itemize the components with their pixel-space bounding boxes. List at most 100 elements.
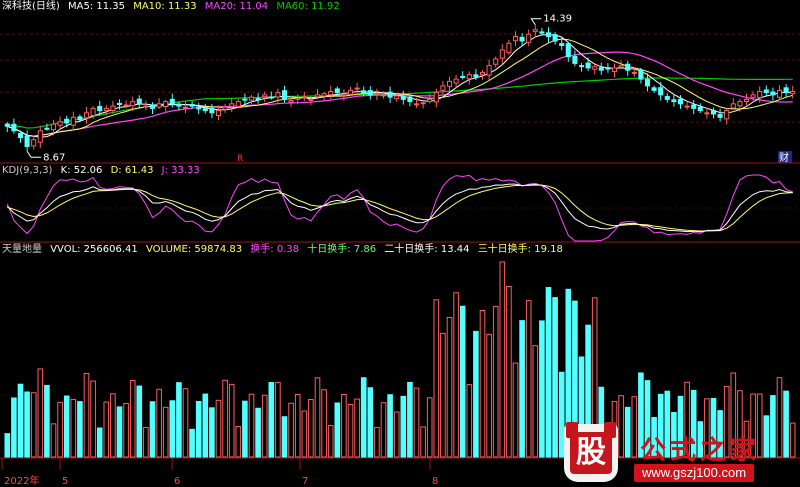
watermark: 股 公式之家 www.gszj100.com — [556, 422, 784, 484]
volume-bar — [294, 393, 301, 458]
candle-body — [638, 69, 644, 80]
candle-body — [512, 35, 519, 42]
x-tick-label: 2022年 — [4, 474, 39, 487]
vvol-value: VVOL: 256606.41 — [50, 244, 138, 255]
candle-body — [605, 67, 611, 70]
watermark-url: www.gszj100.com — [634, 464, 755, 482]
candle-body — [565, 43, 571, 58]
candle-body — [11, 123, 17, 132]
candle-body — [4, 123, 10, 127]
volume-bar — [473, 330, 479, 458]
volume-bar — [789, 422, 796, 458]
volume-bar — [169, 400, 176, 458]
candle-body — [433, 92, 439, 103]
volume-bar — [268, 382, 275, 458]
candle-body — [374, 93, 380, 96]
volume-bar — [479, 309, 486, 458]
watermark-logo-char: 股 — [570, 432, 612, 474]
kdj-k-value: K: 52.06 — [60, 165, 103, 176]
candle-body — [295, 97, 301, 100]
candle-body — [347, 89, 354, 95]
volume-bar — [123, 403, 129, 458]
candle-body — [97, 105, 103, 112]
volume-bar — [156, 388, 162, 458]
ma60-line — [7, 77, 793, 129]
x-tick-label: 6 — [174, 476, 180, 487]
candle-body — [328, 90, 334, 96]
candle-body — [790, 90, 796, 95]
candle-body — [684, 105, 690, 108]
volume-bar — [77, 401, 83, 458]
candle-body — [611, 67, 618, 72]
candle-body — [691, 104, 697, 109]
volume-bar — [301, 410, 308, 458]
volume-bar — [182, 388, 189, 458]
candle-body — [677, 98, 684, 105]
volume-bar — [215, 399, 222, 458]
volume-bar — [281, 416, 288, 458]
candle-body — [31, 139, 37, 147]
candle-body — [229, 103, 235, 107]
candle-body — [631, 71, 637, 74]
candle-body — [466, 74, 472, 80]
volume-bar — [83, 373, 90, 458]
volume-bar — [446, 317, 453, 458]
candle-body — [281, 90, 288, 100]
candle-body — [235, 101, 241, 107]
volume-bar — [525, 300, 532, 458]
volume-value: VOLUME: 59874.83 — [145, 244, 243, 255]
volume-bar — [466, 384, 473, 458]
volume-bar — [440, 332, 446, 458]
volume-bar — [321, 389, 327, 458]
candle-body — [479, 71, 486, 76]
volume-bar — [400, 395, 407, 458]
candle-body — [130, 101, 136, 107]
volume-bar — [288, 402, 294, 458]
candle-body — [248, 96, 255, 101]
candle-body — [116, 102, 123, 105]
candle-body — [737, 101, 743, 107]
candle-body — [361, 90, 367, 94]
watermark-title: 公式之家 — [640, 436, 761, 466]
candle-body — [413, 103, 420, 106]
candle-body — [301, 96, 307, 99]
volume-bar — [162, 406, 169, 458]
candle-body — [473, 74, 479, 78]
candle-body — [499, 49, 505, 59]
turnover-20d-value: 二十日换手: 13.44 — [384, 244, 470, 255]
volume-bar — [459, 305, 466, 458]
volume-bar — [44, 384, 50, 458]
volume-bar — [24, 391, 30, 458]
volume-bar — [176, 382, 182, 458]
candle-body — [625, 63, 631, 71]
candle-body — [776, 89, 783, 98]
volume-bar — [90, 380, 96, 458]
candle-body — [506, 42, 512, 53]
volume-bar — [189, 428, 195, 458]
candle-body — [57, 121, 63, 126]
candle-body — [710, 109, 717, 115]
volume-bar — [136, 385, 143, 458]
stock-title: 深科技(日线) — [2, 1, 60, 12]
volume-bar — [519, 320, 525, 458]
volume-bar — [116, 406, 123, 458]
volume-bar — [407, 381, 413, 458]
candle-body — [526, 33, 532, 43]
x-tick-label: 5 — [62, 476, 68, 487]
candle-body — [275, 92, 281, 98]
candle-body — [380, 94, 387, 97]
candle-body — [17, 132, 24, 139]
candle-body — [255, 98, 261, 101]
candle-body — [400, 96, 406, 100]
volume-bar — [37, 368, 44, 458]
volume-bar — [4, 433, 11, 458]
candle-body — [592, 66, 598, 70]
volume-bar — [110, 393, 116, 458]
low-label: 8.67 — [43, 152, 65, 163]
volume-bar — [347, 404, 354, 458]
low-pointer — [26, 150, 42, 158]
volume-bar — [380, 402, 387, 458]
volume-bar — [275, 381, 281, 458]
candle-body — [658, 87, 664, 96]
candle-body — [460, 75, 466, 78]
